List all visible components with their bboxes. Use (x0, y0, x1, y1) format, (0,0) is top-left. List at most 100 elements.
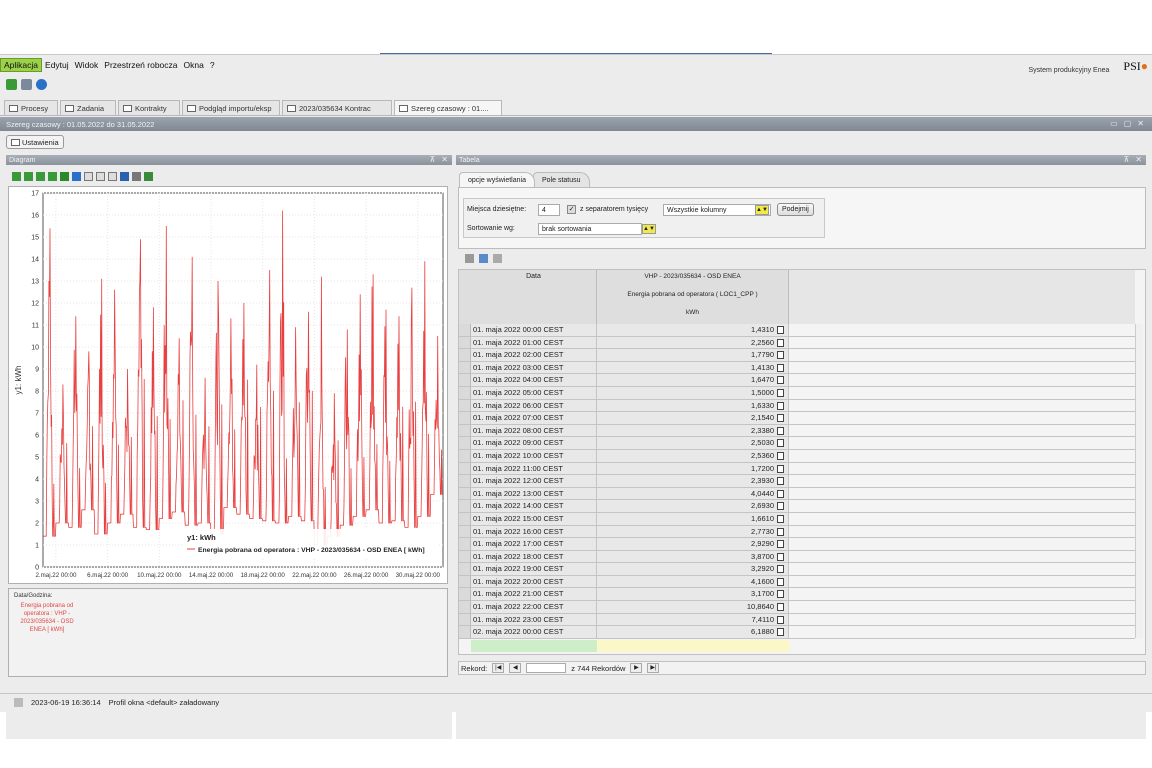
date-cell[interactable]: 01. maja 2022 05:00 CEST (471, 386, 597, 399)
value-cell[interactable]: 2,5360 (597, 449, 789, 462)
date-cell[interactable]: 01. maja 2022 16:00 CEST (471, 525, 597, 538)
value-cell[interactable]: 2,5030 (597, 437, 789, 449)
date-cell[interactable]: 01. maja 2022 20:00 CEST (471, 575, 597, 588)
table-row[interactable]: 01. maja 2022 16:00 CEST 2,7730 (459, 525, 1135, 539)
date-cell[interactable]: 01. maja 2022 06:00 CEST (471, 399, 597, 412)
row-header[interactable] (459, 349, 471, 361)
tab-kontrakt-2023-035634[interactable]: 2023/035634 Kontrac (282, 100, 392, 116)
row-header[interactable] (459, 412, 471, 424)
date-cell[interactable]: 01. maja 2022 13:00 CEST (471, 487, 597, 500)
arrow-right-icon[interactable] (24, 172, 33, 181)
row-header[interactable] (459, 374, 471, 386)
record-number-field[interactable] (526, 663, 567, 673)
table-row[interactable]: 01. maja 2022 15:00 CEST 1,6610 (459, 512, 1135, 526)
tab-zadania[interactable]: Zadania (60, 100, 116, 116)
date-cell[interactable]: 01. maja 2022 02:00 CEST (471, 349, 597, 361)
value-cell[interactable]: 1,6610 (597, 512, 789, 525)
value-cell[interactable]: 1,7790 (597, 349, 789, 361)
last-record-button[interactable]: ▶| (647, 663, 660, 673)
menu-widok[interactable]: Widok (72, 59, 102, 71)
date-cell[interactable]: 01. maja 2022 17:00 CEST (471, 538, 597, 550)
column-header-date[interactable]: Data (471, 270, 597, 324)
date-cell[interactable]: 01. maja 2022 00:00 CEST (471, 324, 597, 336)
value-cell[interactable]: 2,6930 (597, 500, 789, 512)
row-header[interactable] (459, 588, 471, 601)
value-cell[interactable]: 1,4310 (597, 324, 789, 336)
table-row[interactable]: 01. maja 2022 02:00 CEST 1,7790 (459, 349, 1135, 362)
date-cell[interactable]: 01. maja 2022 19:00 CEST (471, 563, 597, 575)
sort-dropdown-button[interactable]: ▲▼ (642, 224, 656, 234)
row-header[interactable] (459, 575, 471, 588)
row-header[interactable] (459, 475, 471, 487)
date-cell[interactable]: 01. maja 2022 08:00 CEST (471, 424, 597, 437)
tab-opcje-wyswietlania[interactable]: opcje wyświetlania (459, 172, 535, 187)
table-row[interactable]: 01. maja 2022 06:00 CEST 1,6330 (459, 399, 1135, 413)
help-icon[interactable] (36, 79, 47, 90)
row-header[interactable] (459, 613, 471, 626)
date-cell[interactable]: 01. maja 2022 04:00 CEST (471, 374, 597, 386)
row-header[interactable] (459, 336, 471, 349)
value-cell[interactable]: 1,6470 (597, 374, 789, 386)
row-header[interactable] (459, 500, 471, 512)
table-row[interactable]: 01. maja 2022 11:00 CEST 1,7200 (459, 462, 1135, 476)
next-record-button[interactable]: ▶ (630, 663, 643, 673)
row-header[interactable] (459, 487, 471, 500)
column-header-value[interactable]: VHP - 2023/035634 - OSD ENEA Energia pob… (597, 270, 789, 324)
database-icon[interactable] (21, 79, 32, 90)
row-header[interactable] (459, 424, 471, 437)
table-row[interactable]: 01. maja 2022 18:00 CEST 3,8700 (459, 550, 1135, 564)
value-cell[interactable]: 1,6330 (597, 399, 789, 412)
row-header[interactable] (459, 324, 471, 336)
date-cell[interactable]: 01. maja 2022 03:00 CEST (471, 361, 597, 374)
table-row[interactable]: 01. maja 2022 20:00 CEST 4,1600 (459, 575, 1135, 589)
date-cell[interactable]: 01. maja 2022 01:00 CEST (471, 336, 597, 349)
value-cell[interactable]: 3,2920 (597, 563, 789, 575)
row-header[interactable] (459, 525, 471, 538)
fit-horizontal-icon[interactable] (36, 172, 45, 181)
table-row[interactable]: 01. maja 2022 04:00 CEST 1,6470 (459, 374, 1135, 387)
tab-podglad-importu[interactable]: Podgląd importu/eksp (182, 100, 280, 116)
date-cell[interactable]: 01. maja 2022 15:00 CEST (471, 512, 597, 525)
table-row[interactable]: 01. maja 2022 03:00 CEST 1,4130 (459, 361, 1135, 375)
grid-icon[interactable] (493, 254, 502, 263)
table-row[interactable]: 01. maja 2022 17:00 CEST 2,9290 (459, 538, 1135, 551)
value-cell[interactable]: 3,1700 (597, 588, 789, 601)
first-record-button[interactable]: |◀ (492, 663, 505, 673)
table-row[interactable]: 01. maja 2022 19:00 CEST 3,2920 (459, 563, 1135, 576)
chart-area[interactable]: 0 1 2 3 4 5 6 7 8 9 10 11 12 13 14 15 16 17 2.maj.22 00:00… (8, 186, 448, 584)
value-cell[interactable]: 1,5000 (597, 386, 789, 399)
document-icon[interactable] (84, 172, 93, 181)
undo-icon[interactable] (72, 172, 81, 181)
table-row[interactable]: 01. maja 2022 23:00 CEST 7,4110 (459, 613, 1135, 627)
value-cell[interactable]: 2,1540 (597, 412, 789, 424)
row-header[interactable] (459, 361, 471, 374)
table-row[interactable]: 01. maja 2022 13:00 CEST 4,0440 (459, 487, 1135, 501)
table-row[interactable]: 02. maja 2022 00:00 CEST 6,1880 (459, 626, 1135, 639)
row-header[interactable] (459, 437, 471, 449)
row-header[interactable] (459, 449, 471, 462)
date-cell[interactable]: 01. maja 2022 21:00 CEST (471, 588, 597, 601)
menu-aplikacja[interactable]: Aplikacja (0, 58, 43, 72)
date-cell[interactable]: 01. maja 2022 11:00 CEST (471, 462, 597, 475)
row-header[interactable] (459, 601, 471, 613)
tab-kontrakty[interactable]: Kontrakty (118, 100, 180, 116)
value-cell[interactable]: 2,9290 (597, 538, 789, 550)
value-cell[interactable]: 6,1880 (597, 626, 789, 638)
table-row[interactable]: 01. maja 2022 22:00 CEST 10,8640 (459, 601, 1135, 614)
export-icon[interactable] (96, 172, 105, 181)
table-row[interactable]: 01. maja 2022 01:00 CEST 2,2560 (459, 336, 1135, 350)
menu-edytuj[interactable]: Edytuj (42, 59, 72, 71)
date-cell[interactable]: 01. maja 2022 10:00 CEST (471, 449, 597, 462)
menu-przestrzen-robocza[interactable]: Przestrzeń robocza (101, 59, 180, 71)
table-row[interactable]: 01. maja 2022 21:00 CEST 3,1700 (459, 588, 1135, 602)
fit-vertical-icon[interactable] (48, 172, 57, 181)
table-row[interactable]: 01. maja 2022 10:00 CEST 2,5360 (459, 449, 1135, 463)
add-icon[interactable] (465, 254, 474, 263)
row-header[interactable] (459, 462, 471, 475)
row-header[interactable] (459, 399, 471, 412)
table-row[interactable]: 01. maja 2022 07:00 CEST 2,1540 (459, 412, 1135, 425)
value-cell[interactable]: 3,8700 (597, 550, 789, 563)
table-row[interactable]: 01. maja 2022 12:00 CEST 2,3930 (459, 475, 1135, 488)
close-icon[interactable]: ✕ (1137, 119, 1144, 128)
pin-icon[interactable]: ⊼ (429, 155, 435, 164)
